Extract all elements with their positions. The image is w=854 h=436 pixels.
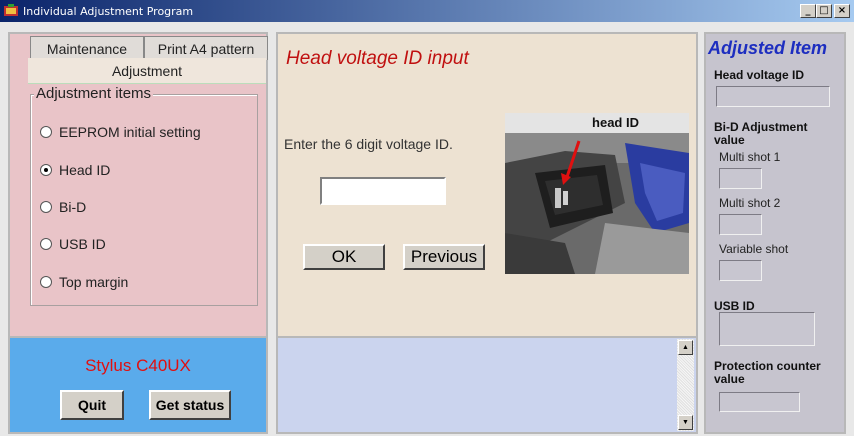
previous-button[interactable]: Previous bbox=[403, 244, 485, 270]
printhead-photo: head ID bbox=[505, 113, 689, 274]
app-icon bbox=[3, 3, 19, 19]
voltage-id-input[interactable] bbox=[320, 177, 446, 205]
radio-top-margin[interactable]: Top margin bbox=[40, 272, 128, 292]
radio-label: Bi-D bbox=[59, 199, 87, 215]
minimize-button[interactable]: _ bbox=[800, 4, 816, 18]
maximize-button[interactable]: □ bbox=[816, 4, 832, 18]
adjusted-item-title: Adjusted Item bbox=[708, 38, 828, 58]
scroll-down-icon[interactable]: ▼ bbox=[678, 415, 693, 430]
scroll-up-icon[interactable]: ▲ bbox=[678, 340, 693, 355]
radio-label: USB ID bbox=[59, 236, 106, 252]
radio-head-id[interactable]: Head ID bbox=[40, 160, 110, 180]
radio-indicator[interactable] bbox=[40, 276, 52, 288]
close-button[interactable]: × bbox=[834, 4, 850, 18]
photo-caption: head ID bbox=[505, 113, 689, 133]
head-voltage-id-label: Head voltage ID bbox=[714, 68, 805, 82]
usb-id-value bbox=[719, 312, 815, 346]
quit-button[interactable]: Quit bbox=[60, 390, 124, 420]
multi-shot-1-label: Multi shot 1 bbox=[719, 150, 781, 164]
printer-model: Stylus C40UX bbox=[85, 356, 191, 375]
tab-maintenance[interactable]: Maintenance bbox=[30, 36, 144, 60]
tab-adjustment[interactable]: Adjustment bbox=[28, 58, 266, 84]
variable-shot-label: Variable shot bbox=[719, 242, 789, 256]
instruction-text: Enter the 6 digit voltage ID. bbox=[284, 136, 453, 152]
title-bar: Individual Adjustment Program _ □ × bbox=[0, 0, 854, 22]
multi-shot-2-label: Multi shot 2 bbox=[719, 196, 781, 210]
multi-shot-1-value bbox=[719, 168, 762, 189]
window-title: Individual Adjustment Program bbox=[23, 4, 194, 18]
radio-label: EEPROM initial setting bbox=[59, 124, 201, 140]
adjustment-items-label: Adjustment items bbox=[34, 85, 154, 102]
multi-shot-2-value bbox=[719, 214, 762, 235]
protection-counter-label: Protection counter value bbox=[714, 359, 821, 386]
protection-counter-value bbox=[719, 392, 800, 412]
radio-bi-d[interactable]: Bi-D bbox=[40, 197, 86, 217]
head-voltage-id-value bbox=[716, 86, 830, 107]
radio-indicator[interactable] bbox=[40, 201, 52, 213]
radio-usb-id[interactable]: USB ID bbox=[40, 234, 106, 254]
ok-button[interactable]: OK bbox=[303, 244, 385, 270]
radio-label: Head ID bbox=[59, 162, 111, 178]
printhead-illustration bbox=[505, 133, 689, 274]
radio-eeprom-initial-setting[interactable]: EEPROM initial setting bbox=[40, 122, 201, 142]
message-area[interactable] bbox=[276, 336, 698, 434]
tab-print-a4-pattern[interactable]: Print A4 pattern bbox=[144, 36, 268, 60]
get-status-button[interactable]: Get status bbox=[149, 390, 231, 420]
variable-shot-value bbox=[719, 260, 762, 281]
radio-indicator[interactable] bbox=[40, 164, 52, 176]
bi-d-adjustment-label: Bi-D Adjustment value bbox=[714, 120, 808, 147]
page-title: Head voltage ID input bbox=[286, 48, 469, 69]
radio-indicator[interactable] bbox=[40, 126, 52, 138]
radio-indicator[interactable] bbox=[40, 238, 52, 250]
client-area: Maintenance Print A4 pattern Adjustment … bbox=[0, 22, 854, 436]
radio-label: Top margin bbox=[59, 274, 129, 290]
